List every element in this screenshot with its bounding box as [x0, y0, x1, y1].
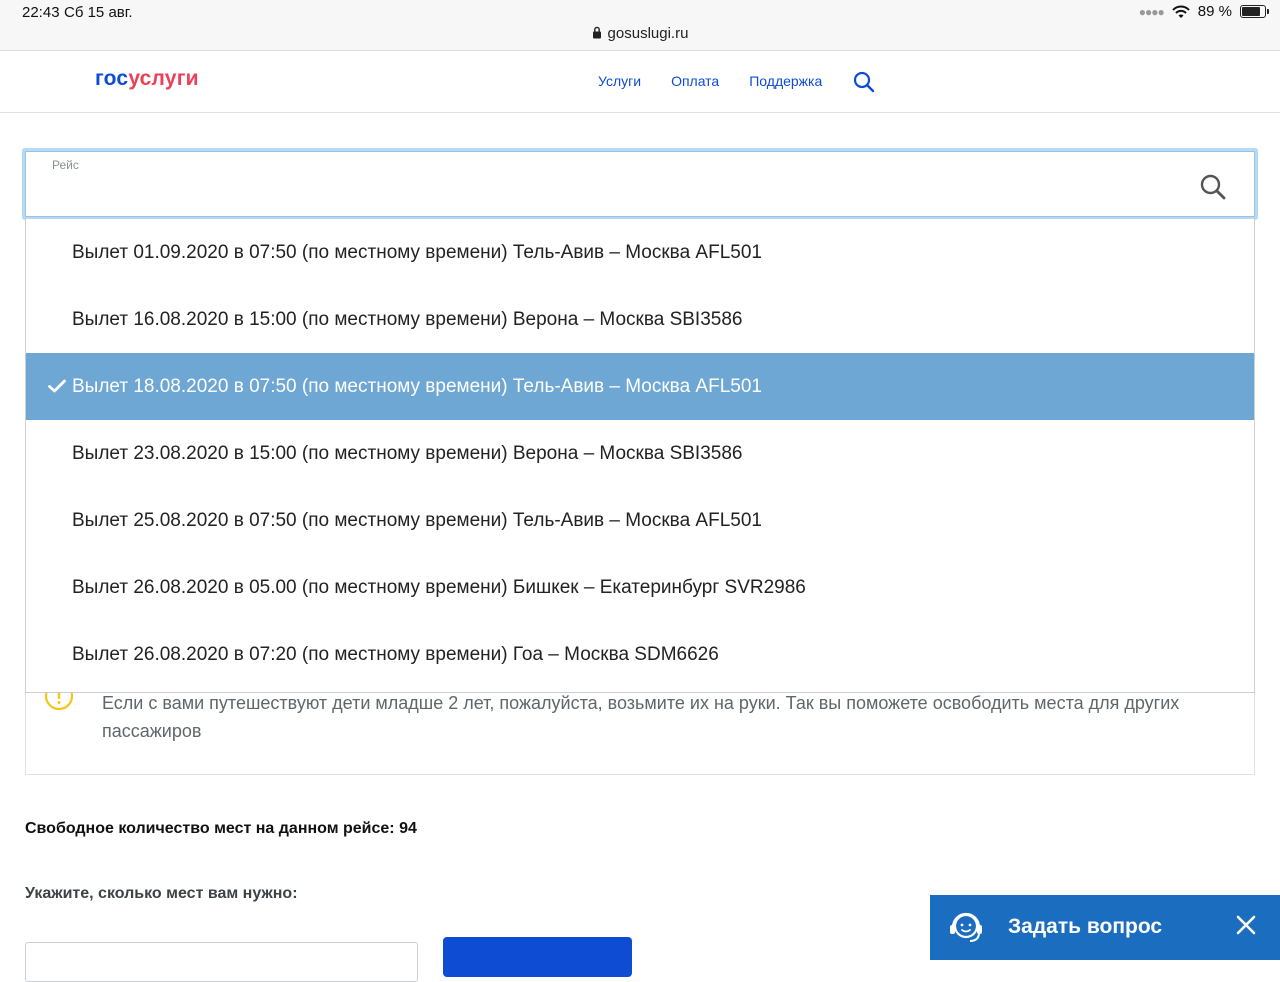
- status-indicators: ●●●● 89 %: [1138, 3, 1269, 20]
- nav-item-support[interactable]: Поддержка: [749, 73, 822, 89]
- flight-option[interactable]: Вылет 26.08.2020 в 07:20 (по местному вр…: [26, 621, 1254, 688]
- flight-option-label: Вылет 01.09.2020 в 07:50 (по местному вр…: [72, 242, 762, 263]
- gosuslugi-logo[interactable]: госуслуги: [95, 67, 199, 91]
- search-icon[interactable]: [853, 71, 875, 93]
- flight-field-border: [25, 151, 1255, 217]
- book-button[interactable]: [443, 937, 632, 977]
- lock-icon: [592, 26, 601, 39]
- support-headset-icon: [950, 912, 982, 942]
- logo-part-1: гос: [95, 67, 129, 90]
- address-bar[interactable]: gosuslugi.ru: [0, 25, 1280, 42]
- ask-question-widget[interactable]: Задать вопрос: [930, 895, 1280, 960]
- nav-item-payment[interactable]: Оплата: [671, 73, 719, 89]
- flight-select-field[interactable]: Рейс: [22, 148, 1258, 220]
- flight-option[interactable]: Вылет 01.09.2020 в 07:50 (по местному вр…: [26, 219, 1254, 286]
- nav-item-services[interactable]: Услуги: [598, 73, 641, 89]
- wifi-icon: [1172, 5, 1190, 18]
- notice-text: Если с вами путешествуют дети младше 2 л…: [102, 693, 1180, 741]
- flight-field-label: Рейс: [52, 158, 79, 172]
- flight-option[interactable]: Вылет 18.08.2020 в 07:50 (по местному вр…: [26, 353, 1254, 420]
- flight-option-label: Вылет 16.08.2020 в 15:00 (по местному вр…: [72, 309, 743, 330]
- close-icon[interactable]: [1236, 915, 1256, 935]
- status-date: Сб 15 авг.: [64, 4, 133, 21]
- flight-option[interactable]: Вылет 23.08.2020 в 15:00 (по местному вр…: [26, 420, 1254, 487]
- ask-question-label: Задать вопрос: [1008, 915, 1163, 938]
- signal-dots-icon: ●●●●: [1138, 4, 1165, 19]
- flight-option[interactable]: Вылет 16.08.2020 в 15:00 (по местному вр…: [26, 286, 1254, 353]
- seats-prompt: Укажите, сколько мест вам нужно:: [25, 885, 298, 902]
- flight-option-label: Вылет 18.08.2020 в 07:50 (по местному вр…: [72, 376, 762, 397]
- status-bar: 22:43 Сб 15 авг. gosuslugi.ru ●●●● 89 %: [0, 0, 1280, 51]
- seats-available: Свободное количество мест на данном рейс…: [25, 820, 417, 837]
- check-icon: [48, 379, 66, 393]
- site-header: госуслуги Услуги Оплата Поддержка: [0, 51, 1280, 113]
- flight-option[interactable]: Вылет 25.08.2020 в 07:50 (по местному вр…: [26, 487, 1254, 554]
- flight-option[interactable]: Вылет 26.08.2020 в 05.00 (по местному вр…: [26, 554, 1254, 621]
- flight-dropdown: Вылет 01.09.2020 в 07:50 (по местному вр…: [25, 219, 1255, 693]
- flight-option-label: Вылет 23.08.2020 в 15:00 (по местному вр…: [72, 443, 743, 464]
- url-text: gosuslugi.ru: [607, 25, 689, 42]
- seats-quantity-input[interactable]: [25, 942, 418, 982]
- flight-option-label: Вылет 26.08.2020 в 05.00 (по местному вр…: [72, 577, 806, 598]
- search-icon[interactable]: [1199, 173, 1227, 201]
- status-time: 22:43: [22, 4, 60, 21]
- flight-option-label: Вылет 25.08.2020 в 07:50 (по местному вр…: [72, 510, 762, 531]
- flight-option-label: Вылет 26.08.2020 в 07:20 (по местному вр…: [72, 644, 719, 665]
- battery-percent: 89 %: [1197, 3, 1232, 20]
- battery-icon: [1240, 5, 1269, 18]
- logo-part-2: услуги: [128, 67, 199, 90]
- main-nav: Услуги Оплата Поддержка: [598, 73, 822, 89]
